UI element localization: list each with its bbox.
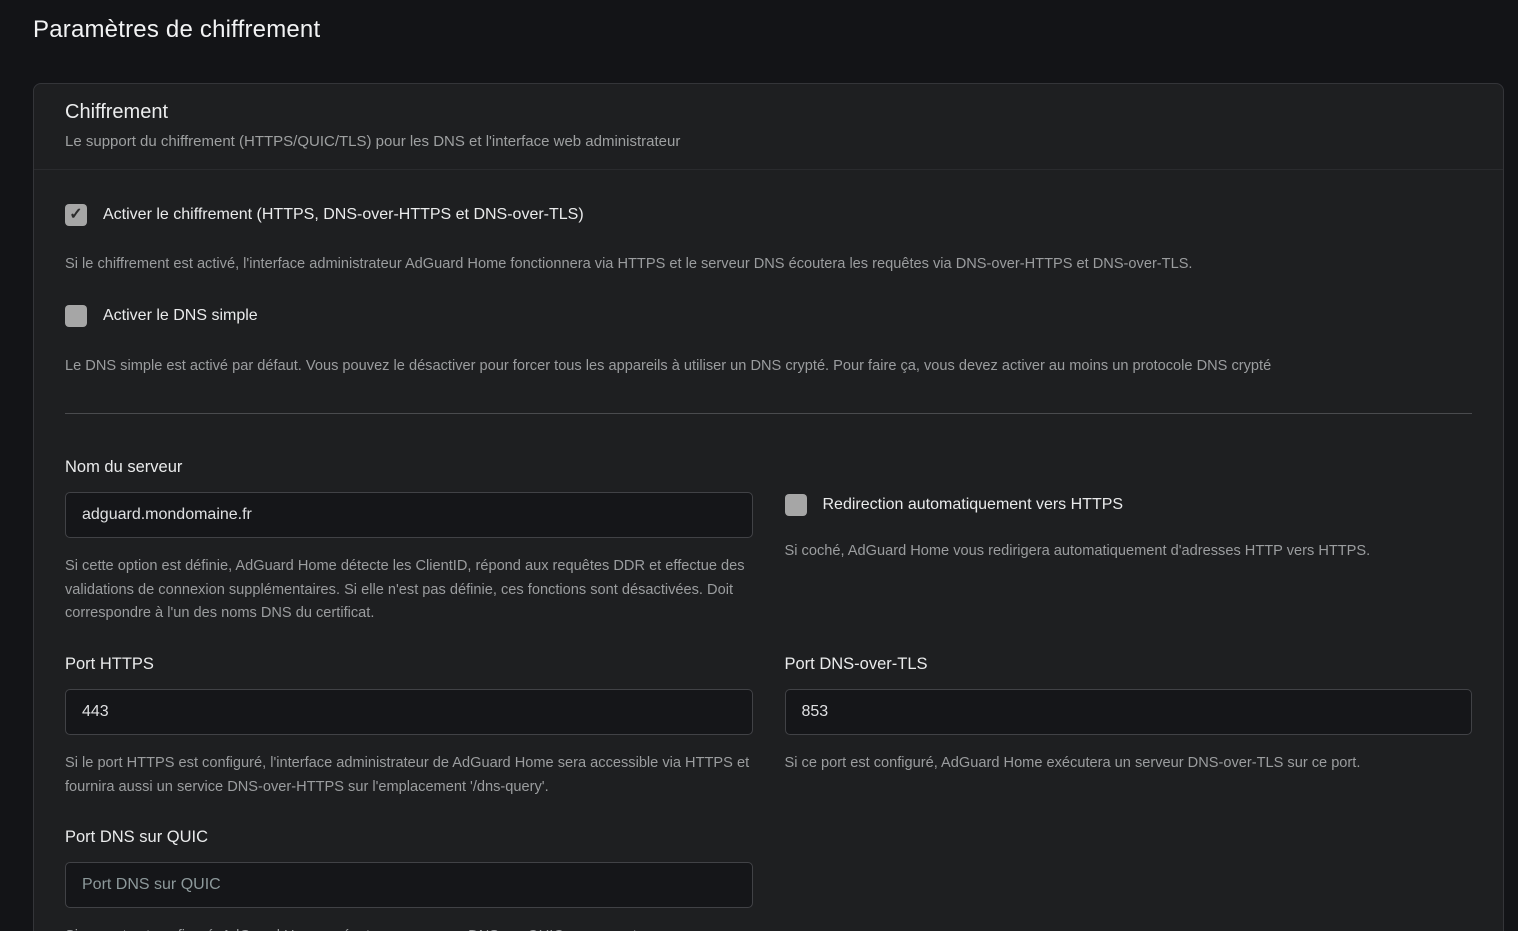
enable-encryption-label: Activer le chiffrement (HTTPS, DNS-over-… [103,204,584,226]
quic-port-desc: Si ce port est configuré, AdGuard Home e… [65,925,753,931]
https-port-group: Port HTTPS Si le port HTTPS est configur… [65,653,753,799]
quic-port-input[interactable] [65,862,753,908]
quic-port-group: Port DNS sur QUIC Si ce port est configu… [65,826,753,931]
card-subtitle: Le support du chiffrement (HTTPS/QUIC/TL… [65,133,1472,150]
redirect-https-checkbox-row[interactable]: ✓ Redirection automatiquement vers HTTPS [785,494,1473,516]
page-title: Paramètres de chiffrement [33,16,1518,44]
enable-encryption-checkbox-row[interactable]: ✓ Activer le chiffrement (HTTPS, DNS-ove… [65,204,1472,226]
encryption-card: Chiffrement Le support du chiffrement (H… [33,83,1504,931]
form-grid: Nom du serveur Si cette option est défin… [65,456,1472,931]
server-name-group: Nom du serveur Si cette option est défin… [65,456,753,626]
tls-port-input[interactable] [785,689,1473,735]
card-body: ✓ Activer le chiffrement (HTTPS, DNS-ove… [34,170,1503,931]
tls-port-desc: Si ce port est configuré, AdGuard Home e… [785,752,1473,776]
checkmark-icon: ✓ [69,207,82,223]
server-name-desc: Si cette option est définie, AdGuard Hom… [65,555,753,626]
https-port-label: Port HTTPS [65,653,753,675]
redirect-https-group: ✓ Redirection automatiquement vers HTTPS… [785,494,1473,564]
enable-plain-dns-desc: Le DNS simple est activé par défaut. Vou… [65,355,1472,379]
card-header: Chiffrement Le support du chiffrement (H… [34,84,1503,170]
tls-port-group: Port DNS-over-TLS Si ce port est configu… [785,653,1473,776]
quic-port-label: Port DNS sur QUIC [65,826,753,848]
redirect-https-checkbox[interactable]: ✓ [785,494,807,516]
https-port-desc: Si le port HTTPS est configuré, l'interf… [65,752,753,799]
https-port-input[interactable] [65,689,753,735]
enable-encryption-checkbox[interactable]: ✓ [65,204,87,226]
redirect-https-desc: Si coché, AdGuard Home vous redirigera a… [785,540,1473,564]
tls-port-label: Port DNS-over-TLS [785,653,1473,675]
enable-plain-dns-checkbox-row[interactable]: ✓ Activer le DNS simple [65,305,1472,327]
card-title: Chiffrement [65,101,1472,124]
enable-encryption-desc: Si le chiffrement est activé, l'interfac… [65,253,1472,277]
enable-plain-dns-label: Activer le DNS simple [103,305,258,327]
encryption-settings-page: Paramètres de chiffrement Chiffrement Le… [0,0,1518,931]
section-divider [65,413,1472,414]
redirect-https-label: Redirection automatiquement vers HTTPS [823,494,1124,516]
enable-plain-dns-checkbox[interactable]: ✓ [65,305,87,327]
server-name-label: Nom du serveur [65,456,753,478]
server-name-input[interactable] [65,492,753,538]
